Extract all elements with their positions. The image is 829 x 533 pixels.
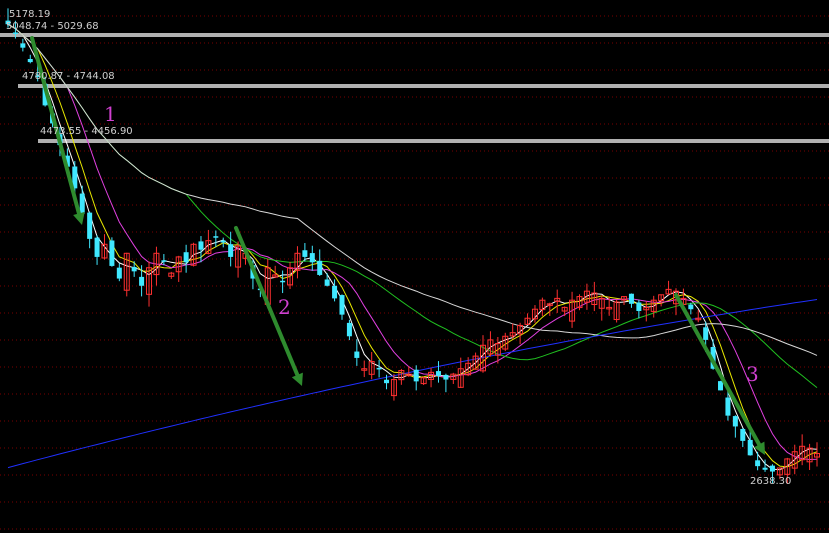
candle-body-down: [87, 212, 93, 239]
candle-body-down: [346, 322, 352, 337]
candle-body-down: [740, 428, 746, 441]
decline-marker-2: 2: [278, 295, 291, 319]
candle-body-down: [213, 236, 219, 238]
chart-canvas: 5178.19 2638.30 5048.74 - 5029.68 4780.8…: [0, 8, 829, 530]
candle-body-down: [435, 371, 441, 376]
decline-marker-1: 1: [104, 102, 117, 126]
candle-body-down: [183, 252, 189, 263]
candle-body-down: [198, 241, 204, 250]
candle-body-down: [376, 367, 382, 370]
candle-body-down: [139, 276, 145, 286]
candle-body-down: [79, 193, 85, 214]
low-price-label: 2638.30: [750, 476, 791, 487]
ma-fast-line: [7, 23, 818, 471]
candle-body-down: [762, 467, 768, 470]
candle-body-down: [116, 267, 122, 279]
moving-averages: [7, 23, 818, 471]
ma-mid-line: [7, 23, 818, 468]
candle-body-down: [636, 302, 642, 312]
candle-body-down: [131, 266, 137, 272]
zone-label-3: 4473.55 - 4456.90: [40, 126, 133, 137]
candle-body-down: [280, 280, 286, 283]
candle-body-down: [732, 416, 738, 427]
candle-body-down: [769, 465, 775, 472]
candle-body-down: [228, 244, 234, 257]
candle-body-down: [220, 240, 226, 243]
candle-body-down: [339, 295, 345, 315]
support-zone-band: [18, 84, 829, 88]
candle-body-down: [161, 260, 167, 262]
candle-body-down: [725, 397, 731, 416]
candle-body-down: [20, 43, 26, 48]
candle-body-down: [27, 58, 33, 63]
candle-body-down: [317, 260, 323, 275]
decline-arrow-head: [73, 211, 85, 225]
candle-body-down: [703, 327, 709, 340]
zone-label-2: 4780.87 - 4744.08: [22, 71, 115, 82]
candle-body-down: [413, 369, 419, 382]
support-zone-band: [0, 33, 829, 37]
candle-body-down: [324, 279, 330, 286]
zone-label-1: 5048.74 - 5029.68: [6, 21, 99, 32]
high-price-label: 5178.19: [9, 9, 50, 20]
candle-body-down: [755, 460, 761, 467]
candle-body-down: [302, 250, 308, 257]
candle-body-down: [384, 379, 390, 384]
candle-body-down: [12, 32, 18, 34]
candle-body-down: [309, 253, 315, 263]
stock-chart: 5178.19 2638.30 5048.74 - 5029.68 4780.8…: [0, 0, 829, 533]
candle-body-down: [747, 439, 753, 456]
candle-body-down: [354, 351, 360, 358]
candle-body-down: [718, 381, 724, 391]
support-zone-band: [38, 139, 829, 143]
candle-body-down: [109, 240, 115, 266]
candles: [5, 8, 820, 484]
labels: 5178.19 2638.30 5048.74 - 5029.68 4780.8…: [6, 9, 791, 487]
candle-body-down: [332, 285, 338, 299]
candle-body-down: [443, 374, 449, 380]
decline-marker-3: 3: [746, 362, 759, 386]
decline-arrows: [30, 36, 765, 455]
ma-longest-line: [7, 299, 818, 469]
candle-body-down: [94, 237, 100, 257]
candle-body-down: [688, 304, 694, 310]
candle-body-down: [628, 293, 634, 304]
